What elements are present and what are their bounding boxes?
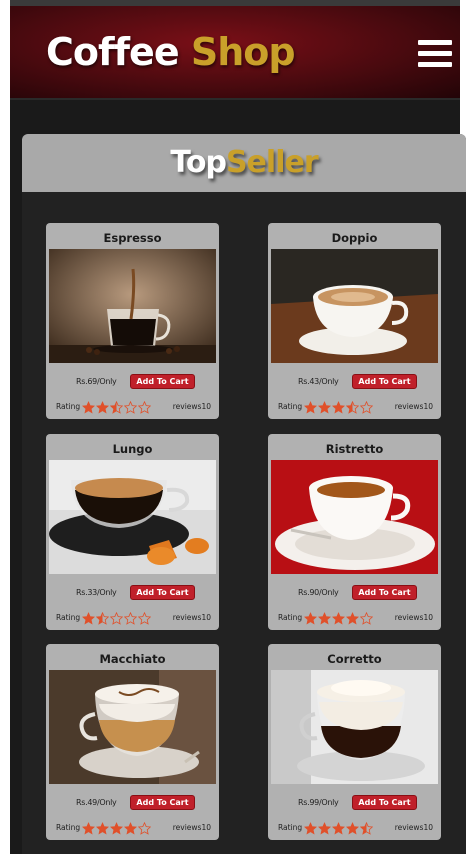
rating-row: Rating reviews10 (268, 610, 441, 625)
add-to-cart-button[interactable]: Add To Cart (352, 585, 417, 600)
reviews-count: reviews10 (172, 613, 211, 622)
star-full-icon (81, 610, 96, 625)
star-full-icon (303, 610, 318, 625)
rating-label: Rating (278, 613, 303, 622)
price-row: Rs.69/Only Add To Cart (46, 374, 219, 390)
rating-label: Rating (56, 613, 81, 622)
star-half-icon (95, 610, 110, 625)
product-card-corretto[interactable]: Corretto Rs.99/Only Add To Cart Rating r… (268, 644, 441, 840)
price-row: Rs.99/Only Add To Cart (268, 795, 441, 811)
product-name: Espresso (103, 231, 162, 245)
product-price: Rs.49/Only (76, 798, 117, 807)
price-row: Rs.33/Only Add To Cart (46, 585, 219, 601)
section-title-word2: Seller (225, 145, 319, 180)
star-full-icon (81, 399, 96, 414)
reviews-count: reviews10 (394, 402, 433, 411)
add-to-cart-button[interactable]: Add To Cart (352, 374, 417, 389)
star-empty-icon (137, 820, 152, 835)
star-full-icon (81, 820, 96, 835)
star-full-icon (317, 399, 332, 414)
star-full-icon (109, 820, 124, 835)
product-name: Corretto (327, 652, 382, 666)
add-to-cart-button[interactable]: Add To Cart (352, 795, 417, 810)
reviews-count: reviews10 (394, 613, 433, 622)
rating-label: Rating (278, 402, 303, 411)
rating-row: Rating reviews10 (46, 610, 219, 625)
star-full-icon (331, 820, 346, 835)
star-full-icon (317, 820, 332, 835)
product-image[interactable] (271, 460, 438, 574)
reviews-count: reviews10 (172, 402, 211, 411)
product-name: Macchiato (99, 652, 166, 666)
product-card-doppio[interactable]: Doppio Rs.43/Only Add To Cart Rating rev… (268, 223, 441, 419)
star-full-icon (95, 399, 110, 414)
add-to-cart-button[interactable]: Add To Cart (130, 795, 195, 810)
reviews-count: reviews10 (394, 823, 433, 832)
price-row: Rs.49/Only Add To Cart (46, 795, 219, 811)
product-price: Rs.43/Only (298, 377, 339, 386)
product-card-lungo[interactable]: Lungo Rs.33/Only Add To Cart Rating revi… (46, 434, 219, 630)
product-price: Rs.99/Only (298, 798, 339, 807)
star-full-icon (95, 820, 110, 835)
hamburger-menu-icon[interactable] (418, 40, 452, 68)
star-full-icon (345, 820, 360, 835)
product-name: Doppio (331, 231, 378, 245)
rating-label: Rating (278, 823, 303, 832)
star-full-icon (331, 610, 346, 625)
add-to-cart-button[interactable]: Add To Cart (130, 374, 195, 389)
product-price: Rs.90/Only (298, 588, 339, 597)
product-image[interactable] (49, 670, 216, 784)
rating-row: Rating reviews10 (46, 820, 219, 835)
product-name: Ristretto (325, 442, 384, 456)
star-full-icon (345, 610, 360, 625)
add-to-cart-button[interactable]: Add To Cart (130, 585, 195, 600)
section-title-word1: Top (170, 145, 227, 180)
price-row: Rs.43/Only Add To Cart (268, 374, 441, 390)
product-card-espresso[interactable]: Espresso Rs.69/Only Add To Cart Rating r… (46, 223, 219, 419)
star-half-icon (345, 399, 360, 414)
product-image[interactable] (271, 249, 438, 363)
product-image[interactable] (49, 460, 216, 574)
logo-word-coffee: Coffee (46, 30, 180, 74)
product-card-ristretto[interactable]: Ristretto Rs.90/Only Add To Cart Rating … (268, 434, 441, 630)
star-full-icon (303, 399, 318, 414)
product-card-macchiato[interactable]: Macchiato Rs.49/Only Add To Cart Rating … (46, 644, 219, 840)
product-name: Lungo (112, 442, 153, 456)
star-empty-icon (359, 399, 374, 414)
header: Coffee Shop (10, 6, 460, 100)
product-price: Rs.69/Only (76, 377, 117, 386)
star-empty-icon (359, 610, 374, 625)
price-row: Rs.90/Only Add To Cart (268, 585, 441, 601)
logo[interactable]: Coffee Shop (46, 30, 296, 74)
rating-row: Rating reviews10 (268, 399, 441, 414)
star-half-icon (109, 399, 124, 414)
star-full-icon (303, 820, 318, 835)
reviews-count: reviews10 (172, 823, 211, 832)
star-empty-icon (137, 610, 152, 625)
star-empty-icon (109, 610, 124, 625)
star-full-icon (331, 399, 346, 414)
star-full-icon (317, 610, 332, 625)
star-empty-icon (123, 399, 138, 414)
app-screen: Coffee Shop TopSeller Espresso Rs.69/Onl… (10, 0, 466, 854)
star-empty-icon (137, 399, 152, 414)
rating-row: Rating reviews10 (46, 399, 219, 414)
rating-row: Rating reviews10 (268, 820, 441, 835)
star-empty-icon (123, 610, 138, 625)
star-half-icon (359, 820, 374, 835)
product-image[interactable] (49, 249, 216, 363)
rating-label: Rating (56, 402, 81, 411)
star-full-icon (123, 820, 138, 835)
product-price: Rs.33/Only (76, 588, 117, 597)
section-title: TopSeller (22, 134, 466, 192)
rating-label: Rating (56, 823, 81, 832)
product-image[interactable] (271, 670, 438, 784)
logo-word-shop: Shop (190, 30, 296, 74)
